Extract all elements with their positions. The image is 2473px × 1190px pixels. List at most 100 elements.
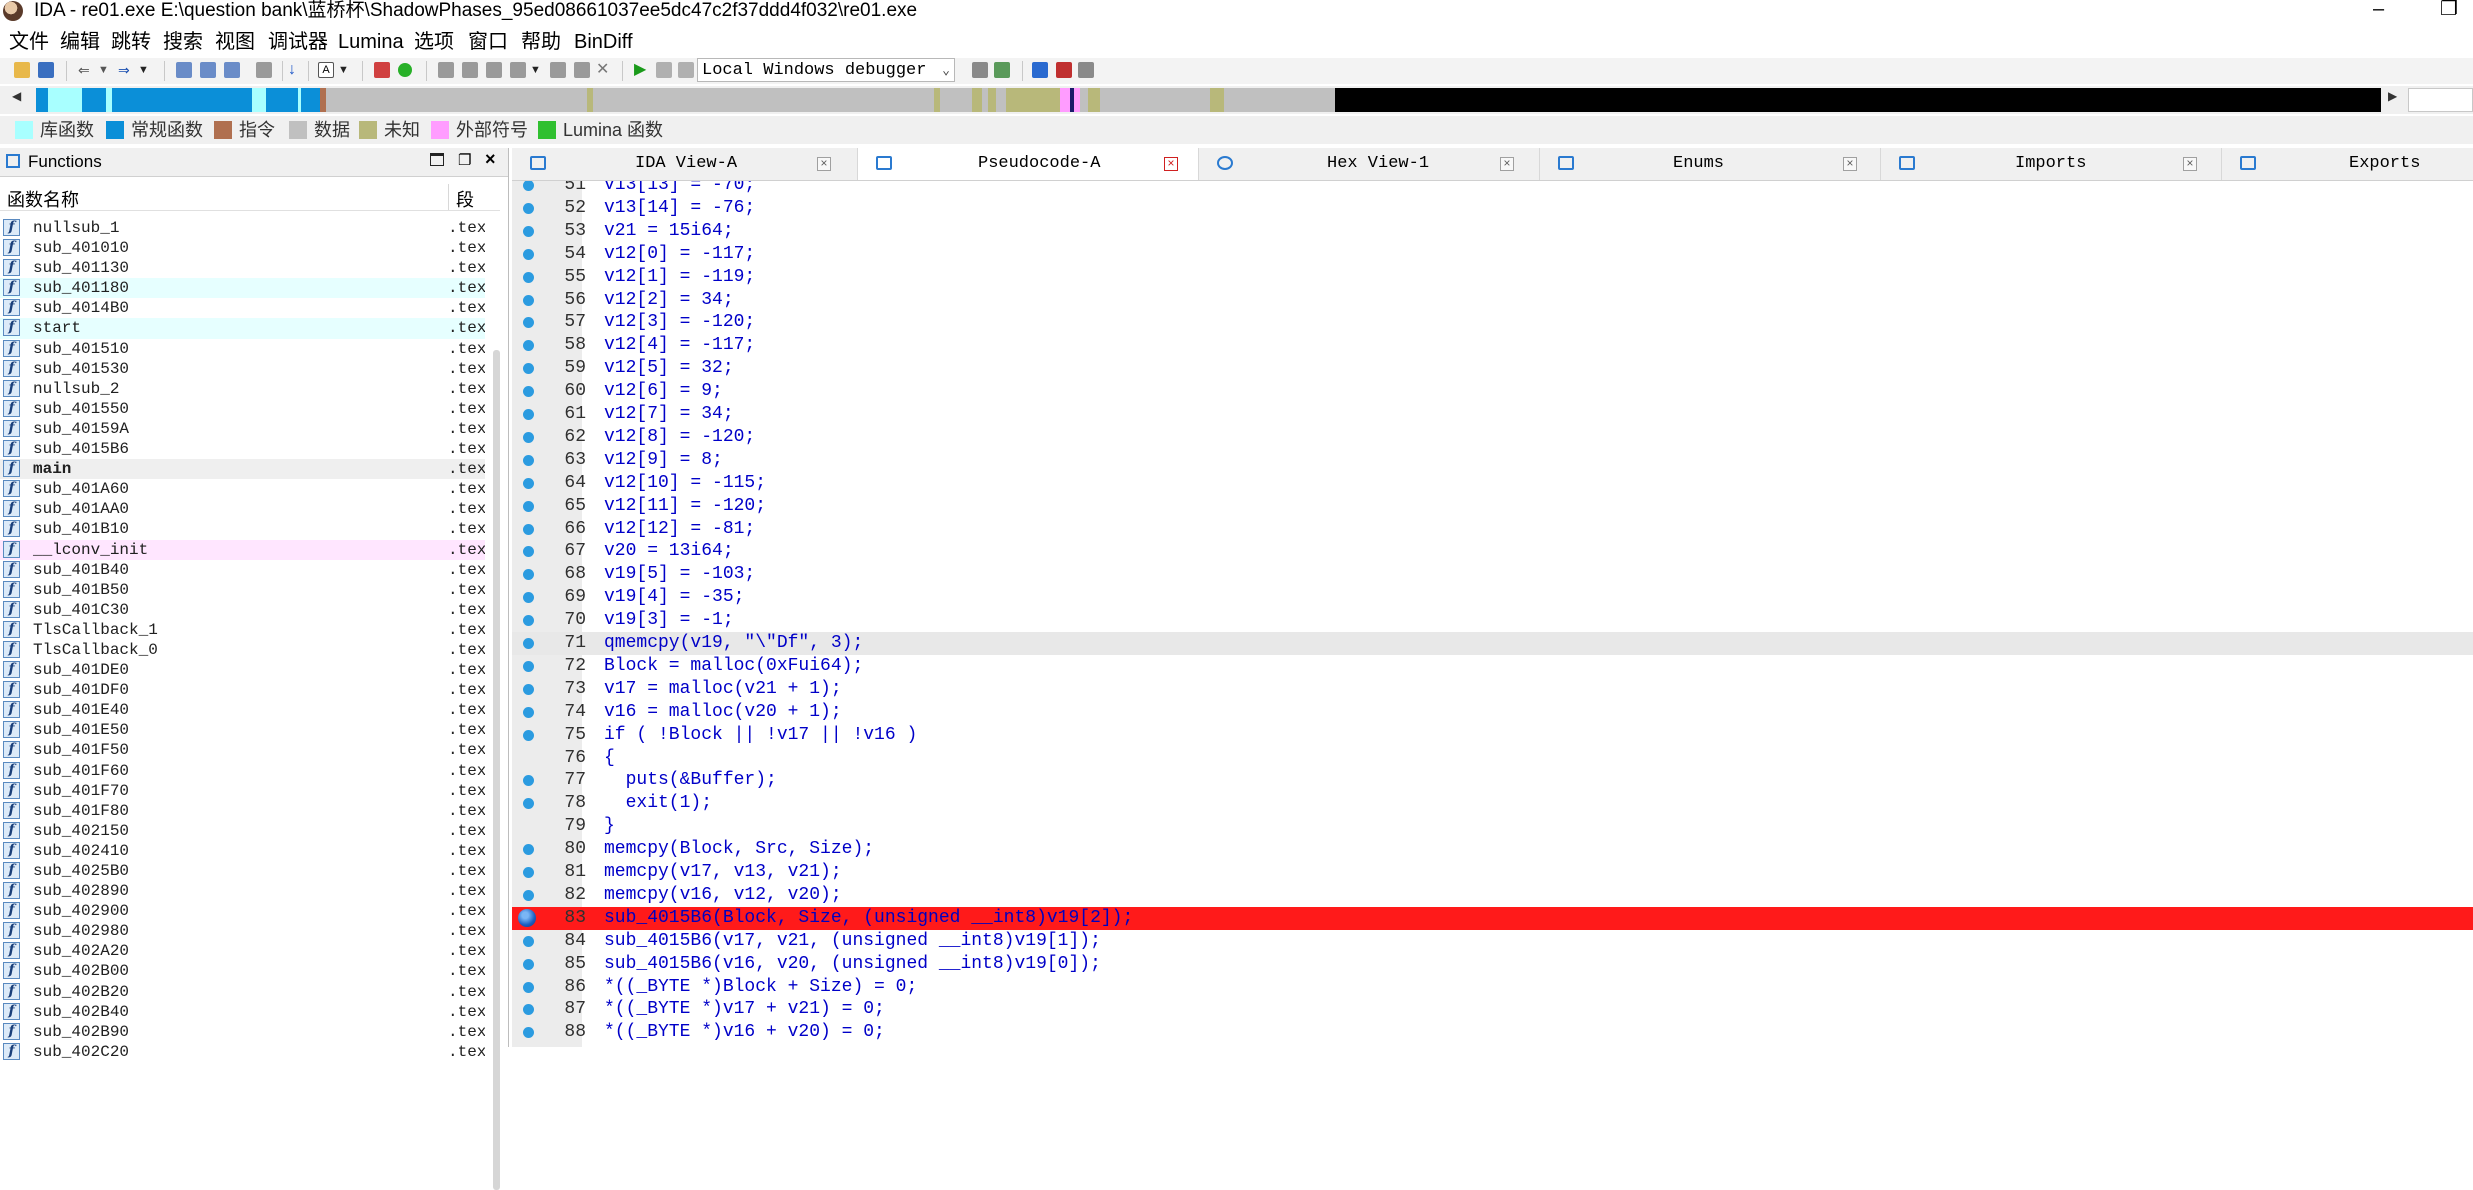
code-text[interactable]: memcpy(v16, v12, v20); — [604, 884, 842, 907]
line-marker-dot[interactable] — [523, 409, 534, 420]
line-marker-dot[interactable] — [523, 317, 534, 329]
menu-options[interactable]: 选项 — [414, 30, 454, 54]
code-text[interactable]: v12[5] = 32; — [604, 357, 734, 380]
code-text[interactable]: sub_4015B6(v16, v20, (unsigned __int8)v1… — [604, 953, 1101, 976]
restore-button[interactable]: ❐ — [2440, 0, 2458, 20]
line-marker-dot[interactable] — [523, 500, 534, 512]
code-line[interactable]: 53 v21 = 15i64; — [512, 220, 2473, 243]
attach-icon[interactable] — [994, 62, 1010, 78]
code-line[interactable]: 51 v13[13] = -70; — [512, 181, 2473, 197]
line-marker-dot[interactable] — [523, 569, 534, 581]
code-text[interactable]: *((_BYTE *)Block + Size) = 0; — [604, 976, 917, 999]
function-row[interactable]: f sub_401530 .text — [0, 359, 485, 379]
tab-pseudocode-a[interactable]: Pseudocode-A × — [858, 148, 1199, 180]
code-line[interactable]: 78 exit(1); — [512, 792, 2473, 815]
line-marker-dot[interactable] — [523, 386, 534, 398]
menu-jump[interactable]: 跳转 — [111, 30, 151, 54]
function-row[interactable]: f sub_401E40 .text — [0, 700, 485, 720]
code-line[interactable]: 88 *((_BYTE *)v16 + v20) = 0; — [512, 1021, 2473, 1044]
function-row[interactable]: f sub_401B40 .text — [0, 560, 485, 580]
paste-icon[interactable] — [200, 62, 216, 78]
code-line[interactable]: 70 v19[3] = -1; — [512, 609, 2473, 632]
maximize-panel-icon[interactable] — [430, 153, 444, 166]
code-text[interactable]: v13[14] = -76; — [604, 197, 755, 220]
code-line[interactable]: 72 Block = malloc(0xFui64); — [512, 655, 2473, 678]
line-marker-dot[interactable] — [523, 294, 534, 306]
code-line[interactable]: 58 v12[4] = -117; — [512, 334, 2473, 357]
tab-ida-view-a[interactable]: IDA View-A × — [512, 148, 858, 180]
code-line[interactable]: 54 v12[0] = -117; — [512, 243, 2473, 266]
close-tab-icon[interactable]: × — [1843, 157, 1857, 171]
tool-c-icon[interactable] — [486, 62, 502, 78]
text-mode-dropdown-icon[interactable]: ▼ — [338, 62, 354, 78]
line-marker-dot[interactable] — [523, 867, 534, 878]
code-line[interactable]: 63 v12[9] = 8; — [512, 449, 2473, 472]
down-arrow-icon[interactable]: ↓ — [288, 62, 304, 78]
code-text[interactable]: v12[10] = -115; — [604, 472, 766, 495]
forward-dropdown-icon[interactable]: ▼ — [138, 62, 154, 78]
line-marker-dot[interactable] — [523, 981, 534, 993]
function-row[interactable]: f sub_40159A .text — [0, 419, 485, 439]
code-text[interactable]: *((_BYTE *)v16 + v20) = 0; — [604, 1021, 885, 1044]
code-text[interactable]: memcpy(v17, v13, v21); — [604, 861, 842, 884]
function-row[interactable]: f sub_401F60 .text — [0, 761, 485, 781]
navigation-band[interactable]: ◀ ▶ — [0, 86, 2473, 114]
function-row[interactable]: f sub_4014B0 .text — [0, 298, 485, 318]
function-row[interactable]: f sub_401DE0 .text — [0, 660, 485, 680]
column-function-name[interactable]: 函数名称 — [7, 186, 79, 212]
code-line[interactable]: 74 v16 = malloc(v20 + 1); — [512, 701, 2473, 724]
function-row[interactable]: f nullsub_2 .text — [0, 379, 485, 399]
tab-enums[interactable]: Enums × — [1540, 148, 1881, 180]
function-row[interactable]: f sub_402B90 .text — [0, 1022, 485, 1042]
line-marker-dot[interactable] — [523, 706, 534, 718]
close-tab-icon[interactable]: × — [817, 157, 831, 171]
code-text[interactable]: memcpy(Block, Src, Size); — [604, 838, 874, 861]
breakpoint-line[interactable]: 83 sub_4015B6(Block, Size, (unsigned __in… — [512, 906, 2473, 930]
run-green-icon[interactable] — [398, 63, 412, 77]
line-marker-dot[interactable] — [523, 477, 534, 489]
code-text[interactable]: v17 = malloc(v21 + 1); — [604, 678, 842, 701]
function-row[interactable]: f sub_401B10 .text — [0, 519, 485, 539]
code-text[interactable]: v12[8] = -120; — [604, 426, 755, 449]
function-row[interactable]: f sub_402150 .text — [0, 821, 485, 841]
code-line[interactable]: 86 *((_BYTE *)Block + Size) = 0; — [512, 976, 2473, 999]
function-row[interactable]: f sub_402B40 .text — [0, 1002, 485, 1022]
pause-icon[interactable] — [656, 62, 672, 78]
code-line[interactable]: 69 v19[4] = -35; — [512, 586, 2473, 609]
code-line[interactable]: 65 v12[11] = -120; — [512, 495, 2473, 518]
function-row[interactable]: f sub_401180 .text — [0, 278, 485, 299]
bookmark-icon[interactable] — [1056, 62, 1072, 78]
function-row[interactable]: f sub_401F80 .text — [0, 801, 485, 821]
code-text[interactable]: v12[4] = -117; — [604, 334, 755, 357]
line-marker-dot[interactable] — [523, 798, 534, 810]
function-row[interactable]: f sub_401AA0 .text — [0, 499, 485, 519]
code-text[interactable]: sub_4015B6(Block, Size, (unsigned __int8… — [604, 907, 1133, 930]
code-text[interactable]: qmemcpy(v19, "\"Df", 3); — [604, 632, 863, 655]
code-line[interactable]: 79} — [512, 815, 2473, 838]
code-line[interactable]: 59 v12[5] = 32; — [512, 357, 2473, 380]
code-text[interactable]: v12[6] = 9; — [604, 380, 723, 403]
function-row[interactable]: f sub_402B00 .text — [0, 961, 485, 981]
line-marker-dot[interactable] — [523, 1027, 534, 1039]
code-line[interactable]: 85 sub_4015B6(v16, v20, (unsigned __int8)… — [512, 953, 2473, 976]
menu-search[interactable]: 搜索 — [163, 30, 203, 54]
function-row[interactable]: f sub_402B20 .text — [0, 982, 485, 1002]
debug-option-icon[interactable] — [972, 62, 988, 78]
code-line[interactable]: 84 sub_4015B6(v17, v21, (unsigned __int8)… — [512, 930, 2473, 953]
function-row[interactable]: f sub_401F50 .text — [0, 740, 485, 760]
line-marker-dot[interactable] — [523, 271, 534, 283]
tool-dropdown-icon[interactable]: ▼ — [530, 62, 546, 78]
function-row[interactable]: f sub_402980 .text — [0, 921, 485, 941]
debugger-select[interactable]: Local Windows debugger ⌄ — [697, 58, 955, 82]
function-row[interactable]: f sub_401E50 .text — [0, 720, 485, 740]
start-debug-icon[interactable]: ▶ — [634, 62, 650, 78]
nav-right-icon[interactable]: ▶ — [2388, 89, 2397, 103]
code-line[interactable]: 55 v12[1] = -119; — [512, 266, 2473, 289]
code-line[interactable]: 61 v12[7] = 34; — [512, 403, 2473, 426]
tab-hex-view-1[interactable]: Hex View-1 × — [1199, 148, 1540, 180]
code-line[interactable]: 76 { — [512, 747, 2473, 770]
nav-address-field[interactable] — [2408, 88, 2473, 112]
menu-edit[interactable]: 编辑 — [60, 30, 100, 54]
menu-windows[interactable]: 窗口 — [468, 30, 508, 54]
tool-e-icon[interactable] — [550, 62, 566, 78]
